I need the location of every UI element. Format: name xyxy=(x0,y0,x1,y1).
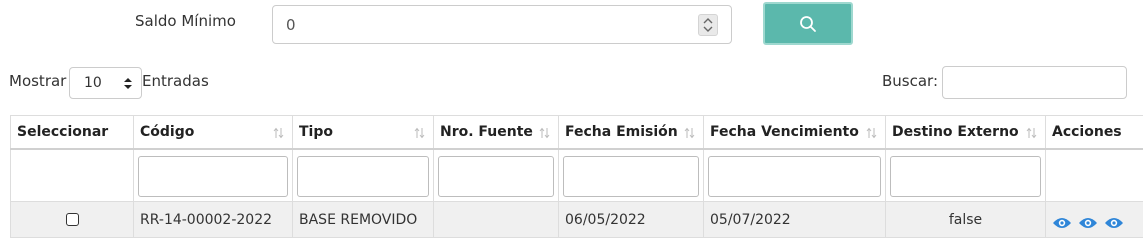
cell-acciones xyxy=(1045,201,1143,238)
results-table: Seleccionar Código Tipo Nro. Fuente Fech… xyxy=(10,115,1143,238)
filter-input-nro-fuente[interactable] xyxy=(438,155,554,197)
filter-input-fecha-vencimiento[interactable] xyxy=(708,155,881,197)
search-icon xyxy=(800,15,816,32)
column-header-acciones: Acciones xyxy=(1045,115,1143,150)
filter-cell xyxy=(558,148,704,202)
cell-codigo: RR-14-00002-2022 xyxy=(133,201,293,238)
cell-destino-externo: false xyxy=(885,201,1046,238)
sort-icon xyxy=(539,127,550,139)
saldo-minimo-label: Saldo Mínimo xyxy=(135,12,236,30)
entries-value: 10 xyxy=(84,75,102,91)
column-header-tipo[interactable]: Tipo xyxy=(292,115,434,150)
filter-cell-empty xyxy=(10,148,134,202)
column-header-destino-externo[interactable]: Destino Externo xyxy=(885,115,1046,150)
number-spinner[interactable] xyxy=(698,14,718,36)
mostrar-label: Mostrar xyxy=(9,72,67,90)
sort-icon xyxy=(1026,127,1037,139)
eye-icon[interactable] xyxy=(1104,216,1124,234)
filter-cell xyxy=(292,148,434,202)
filter-cell xyxy=(885,148,1046,202)
sort-icon xyxy=(866,127,877,139)
row-select-checkbox[interactable] xyxy=(65,213,79,226)
sort-icon xyxy=(414,127,425,139)
buscar-label: Buscar: xyxy=(882,72,939,90)
cell-tipo: BASE REMOVIDO xyxy=(292,201,434,238)
saldo-minimo-value: 0 xyxy=(286,16,296,34)
column-filter-row xyxy=(10,148,1143,202)
sort-icon xyxy=(684,127,695,139)
column-header-seleccionar: Seleccionar xyxy=(10,115,134,150)
filter-input-tipo[interactable] xyxy=(297,155,429,197)
spinner-arrows-icon xyxy=(703,18,713,32)
entradas-label: Entradas xyxy=(142,72,209,90)
filter-cell xyxy=(433,148,559,202)
saldo-minimo-input[interactable]: 0 xyxy=(272,5,732,44)
eye-icon[interactable] xyxy=(1052,216,1072,234)
filter-cell xyxy=(703,148,886,202)
column-header-fecha-emision[interactable]: Fecha Emisión xyxy=(558,115,704,150)
table-row: RR-14-00002-2022 BASE REMOVIDO 06/05/202… xyxy=(10,201,1143,238)
entries-per-page-select[interactable]: 10 xyxy=(69,67,142,99)
buscar-input[interactable] xyxy=(942,66,1127,99)
filter-cell-empty xyxy=(1045,148,1143,202)
eye-icon[interactable] xyxy=(1078,216,1098,234)
header-row: Seleccionar Código Tipo Nro. Fuente Fech… xyxy=(10,115,1143,150)
filter-cell xyxy=(133,148,293,202)
cell-fecha-vencimiento: 05/07/2022 xyxy=(703,201,886,238)
cell-nro-fuente xyxy=(433,201,559,238)
cell-fecha-emision: 06/05/2022 xyxy=(558,201,704,238)
filter-input-destino-externo[interactable] xyxy=(890,155,1041,197)
column-header-fecha-vencimiento[interactable]: Fecha Vencimiento xyxy=(703,115,886,150)
filter-input-fecha-emision[interactable] xyxy=(563,155,699,197)
sort-icon xyxy=(273,127,284,139)
select-cell xyxy=(10,201,134,238)
search-button[interactable] xyxy=(763,2,853,45)
filter-input-codigo[interactable] xyxy=(138,155,288,197)
column-header-nro-fuente[interactable]: Nro. Fuente xyxy=(433,115,559,150)
column-header-codigo[interactable]: Código xyxy=(133,115,293,150)
sort-caret-icon xyxy=(124,78,132,89)
